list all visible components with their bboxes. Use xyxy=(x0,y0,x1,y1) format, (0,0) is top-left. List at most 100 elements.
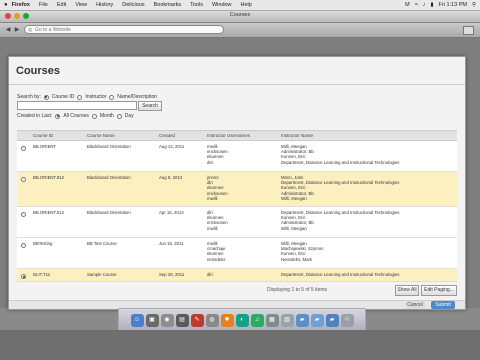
col-instructor-name[interactable]: Instructor Name xyxy=(281,133,313,138)
pdf-icon[interactable]: ✎ xyxy=(190,313,204,327)
radio-all-courses[interactable] xyxy=(55,113,61,119)
search-by-label: Search by: xyxy=(17,94,41,100)
menu-firefox[interactable]: Firefox xyxy=(12,2,30,8)
volume-icon[interactable]: ♪ xyxy=(423,2,426,8)
search-by-row: Search by: Course ID Instructor Name/Des… xyxy=(17,94,157,100)
radio-instructor-label: Instructor xyxy=(85,94,107,100)
radio-day[interactable] xyxy=(116,113,122,119)
apple-icon[interactable]: ● xyxy=(4,2,8,8)
menu-delicious[interactable]: Delicious xyxy=(122,2,144,8)
finder-icon[interactable]: ☺ xyxy=(130,313,144,327)
show-all-button[interactable]: Show All xyxy=(395,285,419,296)
table-row[interactable]: BB.ORIENT Blackboard Orientation Aug 13, 2… xyxy=(17,141,457,172)
dock: ☺ ▣ ◉ ▤ ✎ ◍ ✹ ◐ ♫ ▦ ▧ ▰ ▰ ▰ ♲ xyxy=(118,308,366,332)
row-select-radio[interactable] xyxy=(21,177,26,182)
course-name-cell: Blackboard Orientation xyxy=(87,144,131,149)
table-row[interactable]: BB.ORIENT.812 Blackboard Orientation Aug 9… xyxy=(17,172,457,207)
row-select-radio[interactable] xyxy=(21,243,26,248)
spotify-icon[interactable]: ♫ xyxy=(250,313,264,327)
course-id-cell: BB.ORIENT xyxy=(33,144,57,149)
instructor-names-cell: Mmm, John Department, Distance Learning a… xyxy=(281,175,399,201)
menu-help[interactable]: Help xyxy=(241,2,252,8)
instructor-name: Willi, Meegan xyxy=(281,195,307,201)
row-select-radio[interactable] xyxy=(21,212,26,217)
screen: ● Firefox File Edit View History Delicio… xyxy=(0,0,480,360)
menu-file[interactable]: File xyxy=(39,2,48,8)
app-icon[interactable]: ◉ xyxy=(160,313,174,327)
row-select-radio[interactable] xyxy=(21,274,26,279)
app-icon[interactable]: ▣ xyxy=(145,313,159,327)
app-icon[interactable]: ▧ xyxy=(280,313,294,327)
address-bar[interactable]: ◎ Go to a Website xyxy=(24,25,224,34)
instructor-name: Neisrdeks, Mark xyxy=(281,256,313,262)
instructor-username: ekunnen xyxy=(207,251,224,257)
instructor-name: Department, Distance Learning and Instru… xyxy=(281,159,400,165)
row-select-radio[interactable] xyxy=(21,146,26,151)
instructor-usernames-cell: jmnmr dlri ekunnen ericksonen mwilli xyxy=(207,175,228,201)
app-icon[interactable]: ◐ xyxy=(235,313,249,327)
search-button[interactable]: Search xyxy=(138,101,162,111)
instructor-names-cell: Department, Distance Learning and Instru… xyxy=(281,210,399,231)
menu-bar: ● Firefox File Edit View History Delicio… xyxy=(0,0,480,11)
col-instructor-usernames[interactable]: Instructor Usernames xyxy=(207,133,250,138)
folder-icon[interactable]: ▰ xyxy=(295,313,309,327)
instructor-names-cell: Willi, Meegan Administrator, Bb Kunnen, Er… xyxy=(281,144,399,165)
radio-day-label: Day xyxy=(124,113,134,119)
table-row[interactable]: BBTesting BB Test Course Jun 15, 2011 mwill… xyxy=(17,238,457,269)
created-cell: Apr 15, 2013 xyxy=(159,210,184,215)
forward-icon[interactable]: ▶ xyxy=(13,26,21,34)
instructor-name: Department, Distance Learning and Instru… xyxy=(281,272,400,277)
toolbar-toggle-button[interactable] xyxy=(463,26,474,35)
col-course-id[interactable]: Course ID xyxy=(33,133,53,138)
radio-instructor[interactable] xyxy=(77,94,83,100)
spotlight-icon[interactable]: ⚲ xyxy=(472,2,476,8)
edit-paging-button[interactable]: Edit Paging... xyxy=(421,285,457,296)
menu-view[interactable]: View xyxy=(75,2,87,8)
created-cell: Aug 13, 2011 xyxy=(159,144,185,149)
back-icon[interactable]: ◀ xyxy=(4,26,12,34)
instructor-usernames-cell: mwilli cmachaje ekunnen neisrdeks xyxy=(207,241,225,262)
radio-course-id-label: Course ID xyxy=(51,94,75,100)
window-title-bar: Courses xyxy=(0,11,480,23)
course-id-cell: BBTesting xyxy=(33,241,53,246)
folder-icon[interactable]: ▰ xyxy=(325,313,339,327)
firefox-icon[interactable]: ✹ xyxy=(220,313,234,327)
submit-button[interactable]: Submit xyxy=(431,301,455,309)
col-course-name[interactable]: Course Name xyxy=(87,133,115,138)
courses-dialog: Courses Search by: Course ID Instructor … xyxy=(8,56,466,310)
instructor-usernames-cell: dlri xyxy=(207,272,213,277)
radio-month[interactable] xyxy=(91,113,97,119)
table-row[interactable]: DLIT.T11 Sample Course Sep 28, 2011 dlri Dep… xyxy=(17,269,457,282)
app-icon[interactable]: ◍ xyxy=(205,313,219,327)
menu-tools[interactable]: Tools xyxy=(190,2,203,8)
table-header: Course ID Course Name Created Instructor… xyxy=(17,130,457,141)
wifi-icon[interactable]: ≈ xyxy=(415,2,418,8)
created-cell: Sep 28, 2011 xyxy=(159,272,185,277)
col-created[interactable]: Created xyxy=(159,133,175,138)
clock[interactable]: Fri 1:13 PM xyxy=(439,2,467,8)
battery-icon[interactable]: ▮ xyxy=(431,2,434,8)
trash-icon[interactable]: ♲ xyxy=(340,313,354,327)
gmail-status[interactable]: M xyxy=(405,2,410,8)
dialog-title: Courses xyxy=(16,65,61,77)
menu-history[interactable]: History xyxy=(96,2,113,8)
radio-course-id[interactable] xyxy=(43,94,49,100)
instructor-names-cell: Department, Distance Learning and Instru… xyxy=(281,272,399,277)
menu-bookmarks[interactable]: Bookmarks xyxy=(154,2,182,8)
cancel-button[interactable]: Cancel xyxy=(405,301,425,309)
radio-all-courses-label: All Courses xyxy=(63,113,89,119)
search-input[interactable] xyxy=(17,101,137,110)
instructor-username: mwilli xyxy=(207,225,218,231)
table-row[interactable]: BB.ORIENT.512 Blackboard Orientation Apr 1… xyxy=(17,207,457,238)
radio-name-description[interactable] xyxy=(109,94,115,100)
app-icon[interactable]: ▤ xyxy=(175,313,189,327)
app-icon[interactable]: ▦ xyxy=(265,313,279,327)
radio-name-description-label: Name/Description xyxy=(117,94,158,100)
folder-icon[interactable]: ▰ xyxy=(310,313,324,327)
menu-edit[interactable]: Edit xyxy=(57,2,66,8)
instructor-name: Willi, Meegan xyxy=(281,225,307,231)
window-title: Courses xyxy=(229,12,251,18)
menu-window[interactable]: Window xyxy=(212,2,232,8)
instructor-username: neisrdeks xyxy=(207,256,226,262)
instructor-names-cell: Willi, Meegan Machajewski, Szymon Kunnen, … xyxy=(281,241,324,262)
